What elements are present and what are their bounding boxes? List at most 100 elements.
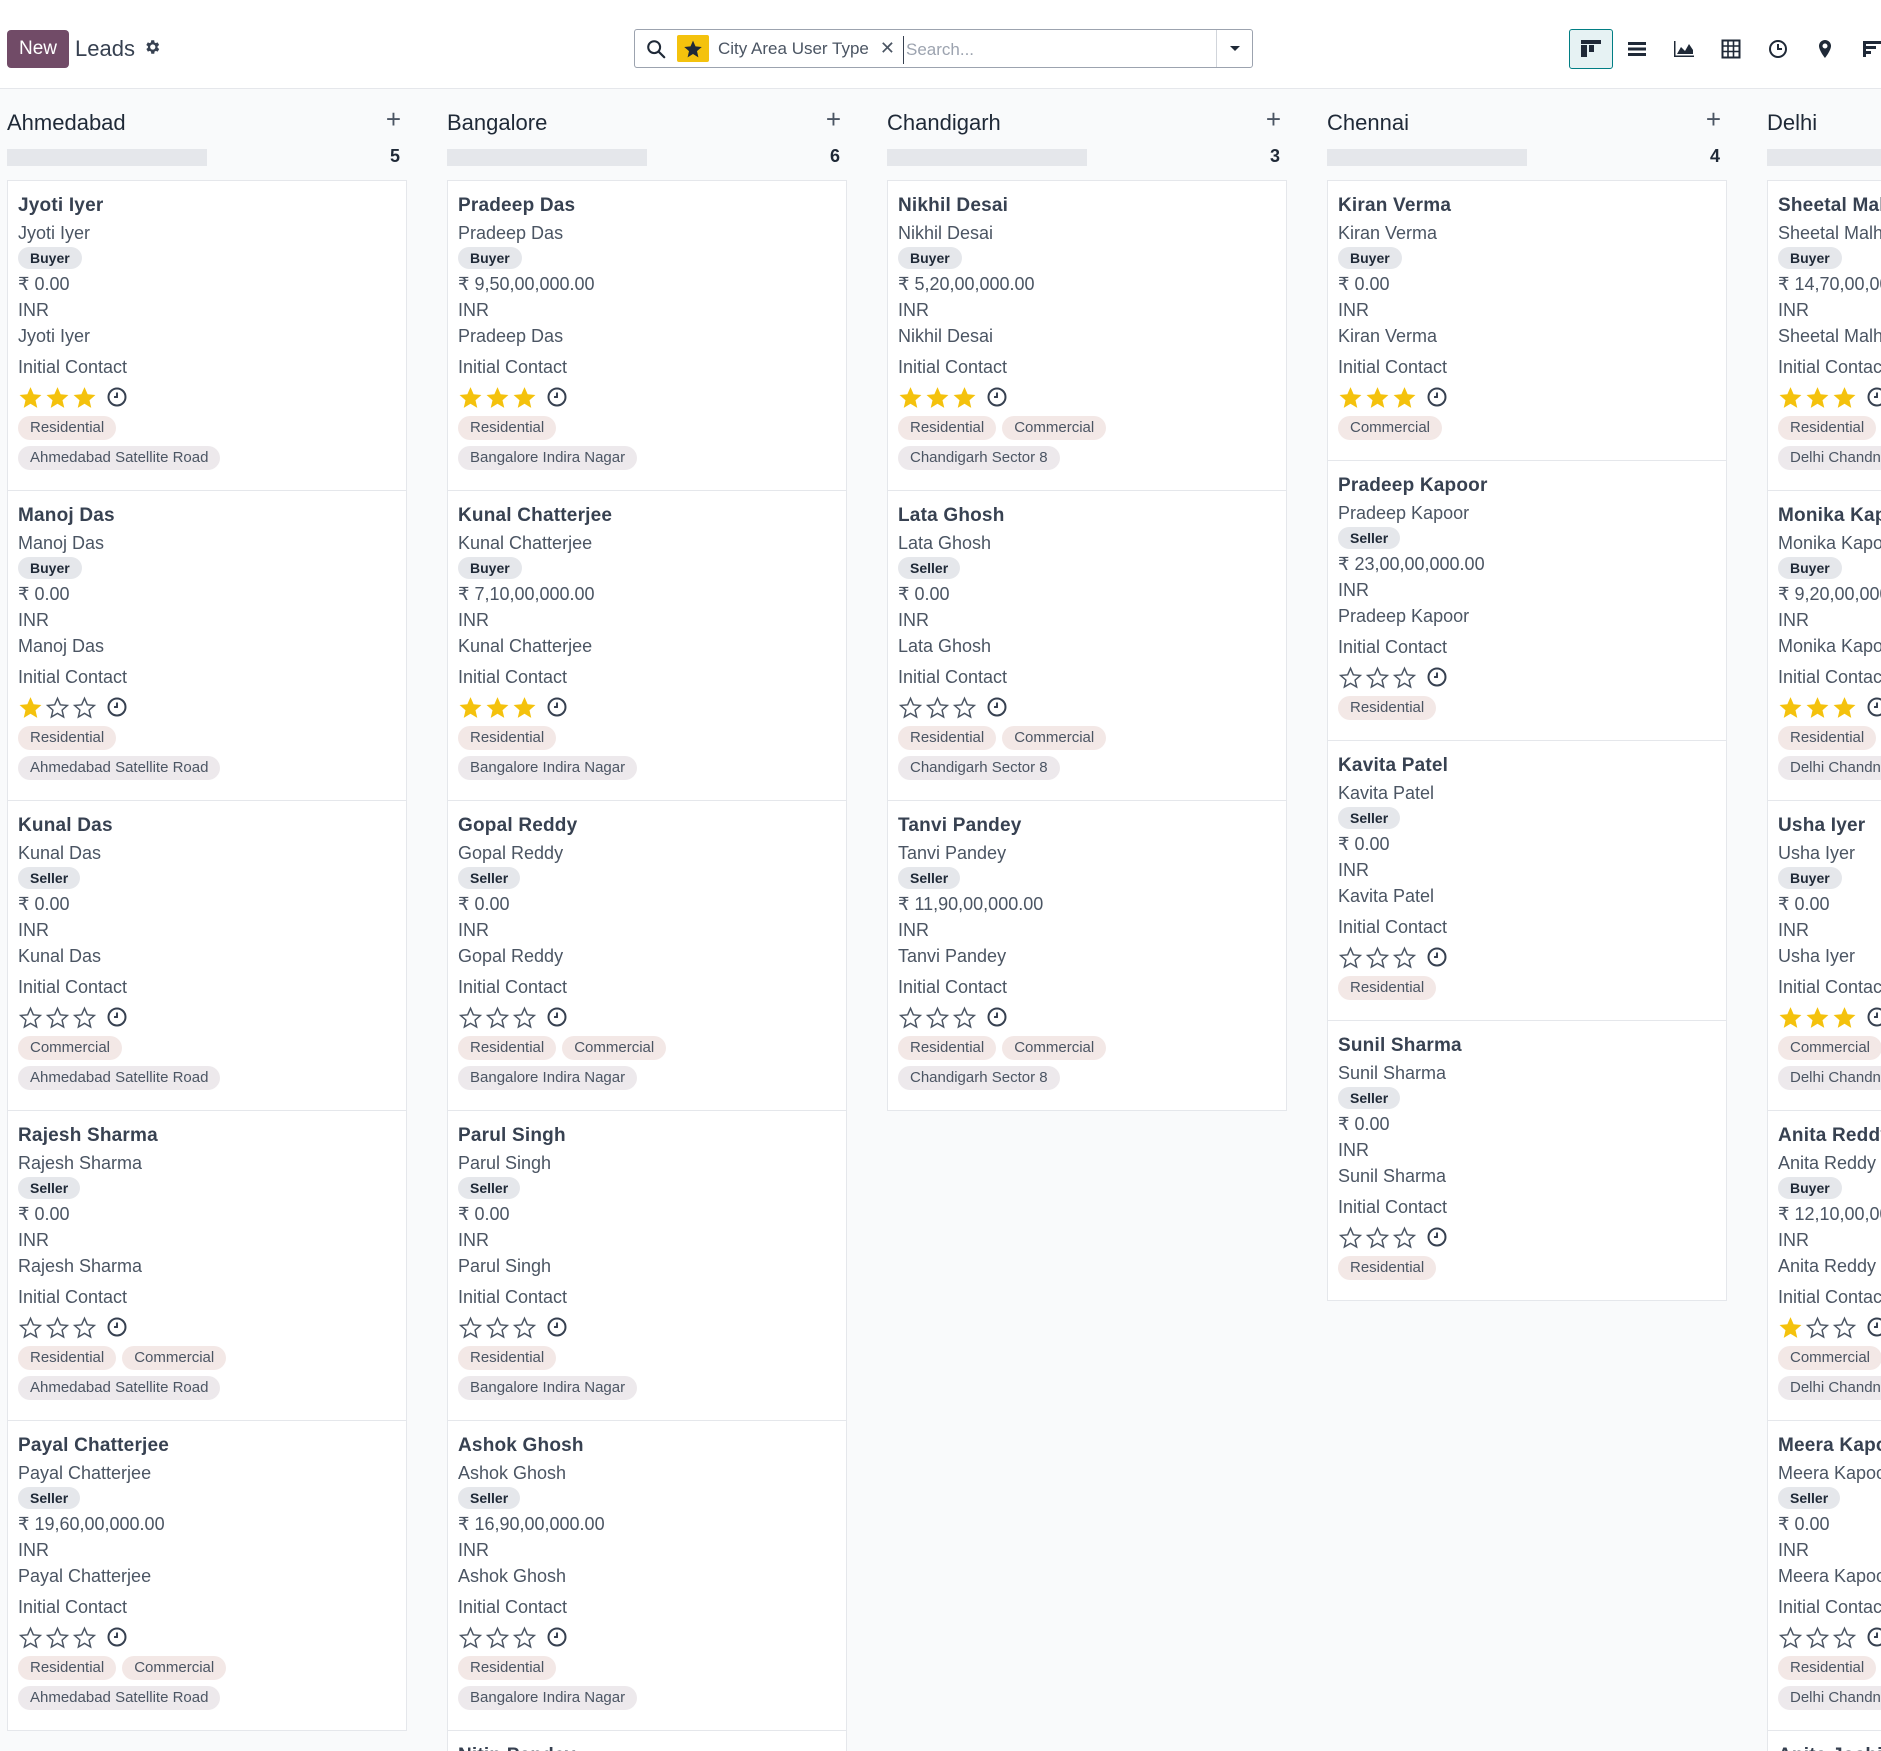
star-empty-icon[interactable]	[925, 1005, 950, 1030]
add-card-icon[interactable]: +	[1266, 104, 1281, 135]
pivot-view-icon[interactable]	[1707, 29, 1754, 69]
activity-clock-icon[interactable]	[1866, 1316, 1881, 1338]
star-empty-icon[interactable]	[45, 695, 70, 720]
star-empty-icon[interactable]	[1778, 1625, 1803, 1650]
search-options-toggle[interactable]	[1216, 30, 1252, 67]
star-empty-icon[interactable]	[72, 1625, 97, 1650]
kanban-card[interactable]: Manoj Das Manoj Das Buyer ₹ 0.00 INR Manoj Da…	[8, 491, 406, 801]
star-empty-icon[interactable]	[1832, 1625, 1857, 1650]
star-filled-icon[interactable]	[1778, 695, 1803, 720]
activity-clock-icon[interactable]	[1426, 386, 1448, 408]
star-empty-icon[interactable]	[1365, 665, 1390, 690]
column-title[interactable]: Delhi	[1767, 110, 1817, 136]
gear-icon[interactable]	[143, 38, 161, 61]
star-empty-icon[interactable]	[925, 695, 950, 720]
kanban-card[interactable]: Jyoti Iyer Jyoti Iyer Buyer ₹ 0.00 INR Jyoti …	[8, 181, 406, 491]
star-empty-icon[interactable]	[1365, 945, 1390, 970]
kanban-card[interactable]: Payal Chatterjee Payal Chatterjee Seller ₹ …	[8, 1421, 406, 1730]
star-empty-icon[interactable]	[1392, 945, 1417, 970]
kanban-card[interactable]: Kiran Verma Kiran Verma Buyer ₹ 0.00 INR Kira…	[1328, 181, 1726, 461]
star-empty-icon[interactable]	[1338, 945, 1363, 970]
star-filled-icon[interactable]	[952, 385, 977, 410]
kanban-card[interactable]: Ashok Ghosh Ashok Ghosh Seller ₹ 16,90,00,0…	[448, 1421, 846, 1731]
star-empty-icon[interactable]	[458, 1315, 483, 1340]
activity-clock-icon[interactable]	[546, 386, 568, 408]
star-empty-icon[interactable]	[512, 1625, 537, 1650]
star-empty-icon[interactable]	[512, 1005, 537, 1030]
star-filled-icon[interactable]	[1832, 385, 1857, 410]
activity-clock-icon[interactable]	[1866, 1626, 1881, 1648]
activity-clock-icon[interactable]	[106, 696, 128, 718]
star-filled-icon[interactable]	[18, 385, 43, 410]
kanban-card[interactable]: Anita Reddy Anita Reddy Buyer ₹ 12,10,00,00…	[1768, 1111, 1881, 1421]
kanban-card[interactable]: Pradeep Kapoor Pradeep Kapoor Seller ₹ 23,0…	[1328, 461, 1726, 741]
star-empty-icon[interactable]	[952, 1005, 977, 1030]
star-filled-icon[interactable]	[458, 695, 483, 720]
star-empty-icon[interactable]	[1338, 1225, 1363, 1250]
column-title[interactable]: Chennai	[1327, 110, 1409, 136]
cohort-view-icon[interactable]	[1848, 29, 1881, 69]
kanban-card[interactable]: Gopal Reddy Gopal Reddy Seller ₹ 0.00 INR Gop…	[448, 801, 846, 1111]
facet-remove-icon[interactable]: ✕	[880, 38, 895, 59]
star-filled-icon[interactable]	[485, 695, 510, 720]
star-filled-icon[interactable]	[1338, 385, 1363, 410]
activity-clock-icon[interactable]	[106, 1316, 128, 1338]
star-empty-icon[interactable]	[18, 1625, 43, 1650]
activity-clock-icon[interactable]	[986, 696, 1008, 718]
graph-view-icon[interactable]	[1660, 29, 1707, 69]
star-empty-icon[interactable]	[45, 1005, 70, 1030]
activity-clock-icon[interactable]	[1426, 1226, 1448, 1248]
star-filled-icon[interactable]	[898, 385, 923, 410]
kanban-card[interactable]: Parul Singh Parul Singh Seller ₹ 0.00 INR Par…	[448, 1111, 846, 1421]
kanban-card[interactable]: Kunal Das Kunal Das Seller ₹ 0.00 INR Kunal D…	[8, 801, 406, 1111]
star-filled-icon[interactable]	[512, 385, 537, 410]
activity-clock-icon[interactable]	[1866, 386, 1881, 408]
kanban-card[interactable]: Monika Kap Monika Kapo Buyer ₹ 9,20,00,000.…	[1768, 491, 1881, 801]
column-progress-bar[interactable]	[887, 149, 1087, 166]
star-filled-icon[interactable]	[512, 695, 537, 720]
activity-clock-icon[interactable]	[1426, 946, 1448, 968]
activity-clock-icon[interactable]	[1426, 666, 1448, 688]
search-input[interactable]	[903, 36, 1208, 64]
kanban-card[interactable]: Nitin PandeyNitin PandeySeller	[448, 1731, 846, 1751]
star-empty-icon[interactable]	[485, 1005, 510, 1030]
star-filled-icon[interactable]	[45, 385, 70, 410]
kanban-card[interactable]: Anita JoshiAnita JoshiSeller	[1768, 1731, 1881, 1751]
kanban-card[interactable]: Nikhil Desai Nikhil Desai Buyer ₹ 5,20,00,0…	[888, 181, 1286, 491]
kanban-card[interactable]: Usha Iyer Usha Iyer Buyer ₹ 0.00 INR Usha Iye…	[1768, 801, 1881, 1111]
star-empty-icon[interactable]	[485, 1625, 510, 1650]
new-button[interactable]: New	[7, 30, 69, 68]
column-progress-bar[interactable]	[1767, 149, 1881, 166]
column-progress-bar[interactable]	[447, 149, 647, 166]
activity-clock-icon[interactable]	[986, 1006, 1008, 1028]
activity-clock-icon[interactable]	[986, 386, 1008, 408]
star-filled-icon[interactable]	[1392, 385, 1417, 410]
star-filled-icon[interactable]	[1832, 695, 1857, 720]
activity-view-icon[interactable]	[1754, 29, 1801, 69]
star-filled-icon[interactable]	[1805, 695, 1830, 720]
kanban-card[interactable]: Pradeep Das Pradeep Das Buyer ₹ 9,50,00,000…	[448, 181, 846, 491]
column-title[interactable]: Bangalore	[447, 110, 547, 136]
kanban-card[interactable]: Meera Kapo Meera Kapoo Seller ₹ 0.00 INR Meer…	[1768, 1421, 1881, 1731]
star-empty-icon[interactable]	[898, 695, 923, 720]
star-empty-icon[interactable]	[72, 1005, 97, 1030]
star-filled-icon[interactable]	[1365, 385, 1390, 410]
column-progress-bar[interactable]	[1327, 149, 1527, 166]
activity-clock-icon[interactable]	[106, 386, 128, 408]
kanban-card[interactable]: Kavita Patel Kavita Patel Seller ₹ 0.00 INR K…	[1328, 741, 1726, 1021]
kanban-card[interactable]: Rajesh Sharma Rajesh Sharma Seller ₹ 0.00 IN…	[8, 1111, 406, 1421]
kanban-card[interactable]: Tanvi Pandey Tanvi Pandey Seller ₹ 11,90,00…	[888, 801, 1286, 1110]
column-title[interactable]: Ahmedabad	[7, 110, 126, 136]
activity-clock-icon[interactable]	[546, 1626, 568, 1648]
star-filled-icon[interactable]	[1778, 1005, 1803, 1030]
star-empty-icon[interactable]	[1832, 1315, 1857, 1340]
kanban-view-icon[interactable]	[1569, 29, 1613, 69]
star-filled-icon[interactable]	[458, 385, 483, 410]
star-empty-icon[interactable]	[72, 1315, 97, 1340]
star-empty-icon[interactable]	[512, 1315, 537, 1340]
column-title[interactable]: Chandigarh	[887, 110, 1001, 136]
star-filled-icon[interactable]	[485, 385, 510, 410]
add-card-icon[interactable]: +	[386, 104, 401, 135]
activity-clock-icon[interactable]	[1866, 696, 1881, 718]
activity-clock-icon[interactable]	[546, 696, 568, 718]
